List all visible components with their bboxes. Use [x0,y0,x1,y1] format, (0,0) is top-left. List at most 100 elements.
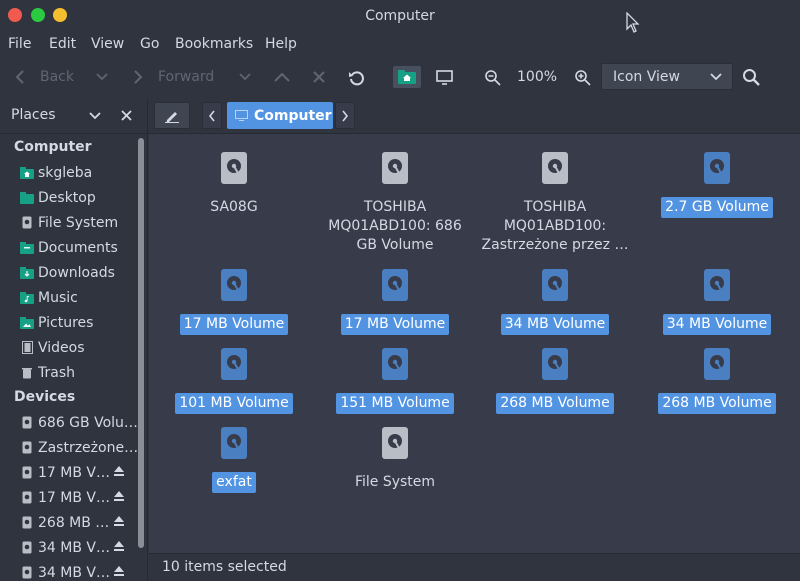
forward-button[interactable]: Forward [132,58,214,96]
sidebar-device-item[interactable]: 268 MB … [20,510,112,535]
stop-button[interactable] [313,58,325,96]
drive-item[interactable]: TOSHIBA MQ01ABD100: Zastrzeżone przez … [475,151,635,256]
up-button[interactable] [274,58,290,96]
hard-drive-icon [542,152,568,184]
drive-item[interactable]: 151 MB Volume [315,347,475,414]
drive-item[interactable]: 17 MB Volume [315,268,475,335]
drive-item[interactable]: 17 MB Volume [154,268,314,335]
folder-icon [20,241,34,255]
drive-item[interactable]: exfat [154,426,314,493]
menu-bar: File Edit View Go Bookmarks Help [0,32,800,58]
path-bar: Computer [148,98,800,134]
file-view[interactable]: SA08G TOSHIBA MQ01ABD100: 686 GB Volume TO… [149,134,800,553]
film-icon [20,341,34,355]
sidebar-heading-devices: Devices [14,389,76,405]
drive-item[interactable]: 268 MB Volume [475,347,635,414]
menu-help[interactable]: Help [265,36,297,52]
menu-bookmarks[interactable]: Bookmarks [175,36,253,52]
menu-edit[interactable]: Edit [49,36,76,52]
breadcrumb-computer[interactable]: Computer [227,102,333,129]
sidebar-device-item[interactable]: 17 MB V… [20,485,112,510]
sidebar-item-documents[interactable]: Documents [20,235,138,260]
sidebar-device-item[interactable]: 34 MB V… [20,560,112,581]
item-label: TOSHIBA MQ01ABD100: 686 GB Volume [328,199,462,253]
zoom-in-icon [575,69,591,86]
sidebar-device-item[interactable]: 686 GB Volu… [20,410,138,435]
reload-button[interactable] [348,58,365,96]
sidebar-item-label: Videos [38,339,85,356]
hard-drive-icon [382,152,408,184]
chevron-down-icon [710,73,722,81]
sidebar-item-label: 34 MB V… [38,539,110,556]
drive-item[interactable]: File System [315,426,475,493]
sidebar-device-item[interactable]: Zastrzeżone… [20,435,138,460]
sidebar-item-filesystem[interactable]: File System [20,210,138,235]
sidebar-item-label: 17 MB V… [38,464,110,481]
back-button[interactable]: Back [14,58,74,96]
menu-view[interactable]: View [91,36,124,52]
drive-item[interactable]: SA08G [154,151,314,218]
computer-view-button[interactable] [436,58,453,96]
eject-icon[interactable] [113,490,125,502]
item-label: 101 MB Volume [175,393,293,414]
hard-drive-icon [704,348,730,380]
menu-file[interactable]: File [8,36,31,52]
eject-icon[interactable] [113,465,125,477]
chevron-down-icon[interactable] [89,111,101,121]
sidebar-item-desktop[interactable]: Desktop [20,185,138,210]
sidebar-pane-selector[interactable]: Places [11,107,56,123]
sidebar-item-downloads[interactable]: Downloads [20,260,138,285]
edit-location-button[interactable] [154,102,190,129]
search-button[interactable] [742,58,761,96]
close-sidebar-icon[interactable] [121,110,132,121]
sidebar-scrollbar[interactable] [138,138,144,548]
back-history-dropdown[interactable] [96,58,108,96]
sidebar-device-item[interactable]: 17 MB V… [20,460,112,485]
drive-item[interactable]: 2.7 GB Volume [637,151,797,218]
sidebar-item-music[interactable]: Music [20,285,138,310]
eject-icon[interactable] [113,565,125,577]
drive-item[interactable]: 34 MB Volume [475,268,635,335]
sidebar-item-trash[interactable]: Trash [20,360,138,385]
item-label: 151 MB Volume [336,393,454,414]
menu-go[interactable]: Go [140,36,159,52]
sidebar-item-videos[interactable]: Videos [20,335,138,360]
back-label: Back [40,69,74,85]
hard-drive-icon [382,269,408,301]
sidebar-header: Places [0,98,147,134]
path-scroll-left-button[interactable] [202,102,222,129]
zoom-out-button[interactable] [484,58,501,96]
home-folder-icon [20,166,34,180]
home-button[interactable] [393,66,421,88]
drive-item[interactable]: 268 MB Volume [637,347,797,414]
drive-icon [20,516,34,530]
drive-item[interactable]: TOSHIBA MQ01ABD100: 686 GB Volume [315,151,475,256]
forward-history-dropdown[interactable] [239,58,251,96]
view-mode-select[interactable]: Icon View [601,63,733,90]
item-label: 2.7 GB Volume [661,197,773,218]
eject-icon[interactable] [113,515,125,527]
item-label: 268 MB Volume [658,393,776,414]
path-scroll-right-button[interactable] [335,102,355,129]
hard-drive-icon [221,152,247,184]
eject-icon[interactable] [113,540,125,552]
sidebar-item-home[interactable]: skgleba [20,160,138,185]
sidebar-item-pictures[interactable]: Pictures [20,310,138,335]
sidebar-item-label: 34 MB V… [38,564,110,581]
sidebar-device-item[interactable]: 34 MB V… [20,535,112,560]
sidebar-item-label: Desktop [38,189,96,206]
status-bar: 10 items selected [149,553,800,581]
title-bar: Computer [0,0,800,33]
pencil-icon [165,111,179,123]
mouse-cursor-icon [626,12,640,33]
drive-item[interactable]: 34 MB Volume [637,268,797,335]
drive-item[interactable]: 101 MB Volume [154,347,314,414]
search-icon [743,68,760,86]
desktop-folder-icon [20,191,34,205]
sidebar-item-label: Trash [38,364,75,381]
forward-label: Forward [158,69,215,85]
zoom-out-icon [485,69,501,86]
zoom-level[interactable]: 100% [517,58,557,96]
hard-drive-icon [542,348,568,380]
zoom-in-button[interactable] [574,58,591,96]
